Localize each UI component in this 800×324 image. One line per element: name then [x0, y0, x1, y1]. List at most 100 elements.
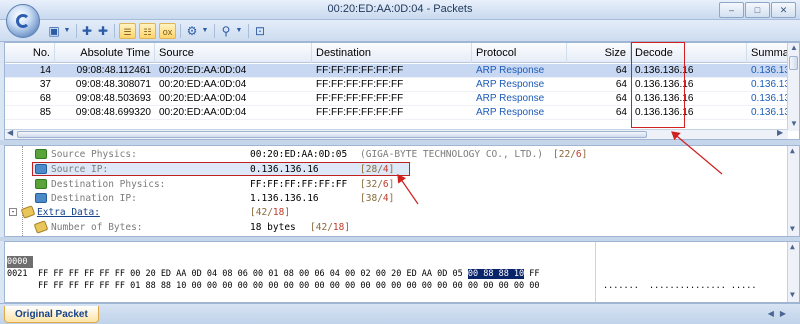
filter-dropdown-icon[interactable]: ▼ [234, 23, 244, 39]
column-header-size[interactable]: Size [567, 43, 631, 63]
cell-summary: 0.136.136.16 [751, 107, 789, 118]
toolbar-separator [180, 24, 181, 38]
toolbar-separator [214, 24, 215, 38]
tree-connector [22, 146, 23, 238]
tree-ref-offset: 28 [365, 164, 378, 175]
decode-tree: Source Physics: 00:20:ED:AA:0D:05 (GIGA-… [4, 145, 800, 238]
scrollbar-thumb[interactable] [789, 56, 798, 70]
column-header-no[interactable]: No. [5, 43, 55, 63]
cell-time: 09:08:48.112461 [76, 65, 151, 76]
tree-item-value: 1.136.136.16 [250, 193, 319, 204]
title-bar: 00:20:ED:AA:0D:04 - Packets – □ ✕ [0, 0, 800, 20]
tree-ref-offset: 32 [365, 179, 378, 190]
minimize-button[interactable]: – [719, 2, 744, 18]
tree-item-number-of-bytes[interactable]: Number of Bytes: 18 bytes [42/18] [33, 220, 595, 234]
cell-protocol: ARP Response [476, 93, 545, 104]
hex-bytes: FF FF FF FF FF FF 00 20 ED AA 0D 04 08 0… [38, 268, 540, 280]
toolbar: ▣ ▼ ✚ ✚ ☰ ☷ ox ⚙ ▼ ⚲ ▼ ⊡ [0, 20, 800, 42]
computer-icon [35, 193, 47, 203]
close-button[interactable]: ✕ [771, 2, 796, 18]
cell-protocol: ARP Response [476, 65, 545, 76]
cell-destination: FF:FF:FF:FF:FF:FF [316, 107, 404, 118]
bottom-tab-bar: Original Packet ◀▶ [0, 303, 800, 324]
tree-item-source-ip[interactable]: Source IP: 0.136.136.16 [28/4] [35, 163, 595, 176]
cell-no: 14 [39, 65, 51, 76]
toolbar-separator [114, 24, 115, 38]
table-vertical-scrollbar[interactable]: ▲ ▼ [787, 43, 799, 131]
cell-protocol: ARP Response [476, 79, 545, 90]
hex-bytes-highlighted: 00 88 88 10 [467, 269, 525, 279]
tree-item-value: FF:FF:FF:FF:FF:FF [250, 179, 348, 190]
tree-item-label: Source IP: [51, 164, 109, 175]
settings-dropdown-icon[interactable]: ▼ [200, 23, 210, 39]
tree-ref-offset: 22 [558, 149, 571, 160]
column-header-absolute-time[interactable]: Absolute Time [55, 43, 155, 63]
collapse-toggle-icon[interactable]: - [9, 208, 17, 216]
hex-vertical-scrollbar[interactable]: ▲ ▼ [787, 242, 799, 302]
layout-list-icon[interactable]: ☰ [119, 23, 136, 39]
table-horizontal-scrollbar[interactable]: ◀ ▶ [5, 128, 788, 139]
save-icon[interactable]: ▣ [46, 23, 62, 39]
column-header-protocol[interactable]: Protocol [472, 43, 567, 63]
tree-item-destination-ip[interactable]: Destination IP: 1.136.136.16 [38/4] [35, 192, 595, 205]
tree-vertical-scrollbar[interactable]: ▲ ▼ [787, 146, 799, 236]
tree-ref-length: 6 [575, 149, 582, 160]
cell-source: 00:20:ED:AA:0D:04 [159, 107, 247, 118]
tab-original-packet[interactable]: Original Packet [4, 306, 99, 323]
tree-item-label: Destination IP: [51, 193, 137, 204]
settings-icon[interactable]: ⚙ [184, 23, 200, 39]
cell-summary: 0.136.136.16 [751, 79, 789, 90]
tree-ref-offset: 42 [255, 207, 268, 218]
cell-source: 00:20:ED:AA:0D:04 [159, 65, 247, 76]
filter-icon[interactable]: ⚲ [218, 23, 234, 39]
window-controls: – □ ✕ [719, 2, 796, 18]
tree-item-value: 0.136.136.16 [250, 164, 319, 175]
tree-ref-length: 18 [272, 207, 285, 218]
tree-ref-length: 4 [382, 164, 389, 175]
export-icon[interactable]: ⊡ [252, 23, 268, 39]
cell-time: 09:08:48.699320 [75, 107, 151, 118]
tab-navigation-icons[interactable]: ◀▶ [768, 309, 792, 318]
layout-detail-icon[interactable]: ☷ [139, 23, 156, 39]
scroll-up-icon[interactable]: ▲ [790, 242, 795, 251]
next-packet-icon[interactable]: ✚ [96, 23, 110, 39]
tree-item-source-physics[interactable]: Source Physics: 00:20:ED:AA:0D:05 (GIGA-… [35, 148, 595, 161]
layout-hex-icon[interactable]: ox [159, 23, 176, 39]
previous-packet-icon[interactable]: ✚ [80, 23, 94, 39]
column-header-summary[interactable]: Summary [747, 43, 789, 63]
cell-time: 09:08:48.503693 [75, 93, 151, 104]
tag-icon [33, 220, 49, 234]
maximize-button[interactable]: □ [745, 2, 770, 18]
tree-item-value: 18 bytes [250, 222, 296, 233]
tree-item-destination-physics[interactable]: Destination Physics: FF:FF:FF:FF:FF:FF [… [35, 178, 595, 191]
hex-ascii-divider [595, 242, 596, 302]
cell-size: 64 [615, 79, 627, 90]
scrollbar-thumb[interactable] [17, 131, 647, 138]
computer-icon [35, 164, 47, 174]
decode-column-highlight-box [631, 42, 685, 128]
save-dropdown-icon[interactable]: ▼ [62, 23, 72, 39]
hex-line[interactable]: 0000 FF FF FF FF FF FF 00 20 ED AA 0D 04… [5, 244, 785, 291]
scroll-right-icon[interactable]: ▶ [777, 128, 783, 137]
scroll-left-icon[interactable]: ◀ [7, 128, 13, 137]
tree-item-extra-data[interactable]: - Extra Data: [42/18] [9, 205, 569, 219]
app-logo-icon [16, 14, 30, 28]
cell-no: 68 [39, 93, 51, 104]
hex-bytes-plain: FF FF FF FF FF FF 00 20 ED AA 0D 04 08 0… [38, 269, 468, 279]
scroll-down-icon[interactable]: ▼ [790, 224, 795, 233]
tree-item-label: Number of Bytes: [51, 222, 143, 233]
scroll-down-icon[interactable]: ▼ [790, 119, 798, 128]
column-header-destination[interactable]: Destination [312, 43, 472, 63]
column-header-source[interactable]: Source [155, 43, 312, 63]
tree-item-label: Source Physics: [51, 149, 137, 160]
scroll-up-icon[interactable]: ▲ [790, 146, 795, 155]
hex-line[interactable]: 0021 FF FF FF FF FF FF 01 88 88 10 00 00… [5, 256, 785, 291]
cell-summary: 0.136.136.16 [751, 65, 789, 76]
cell-summary: 0.136.136.16 [751, 93, 789, 104]
cell-protocol: ARP Response [476, 107, 545, 118]
cell-destination: FF:FF:FF:FF:FF:FF [316, 65, 404, 76]
scroll-up-icon[interactable]: ▲ [790, 43, 798, 52]
app-menu-orb[interactable] [6, 4, 40, 38]
ip-icon [35, 179, 47, 189]
scroll-down-icon[interactable]: ▼ [790, 290, 795, 299]
